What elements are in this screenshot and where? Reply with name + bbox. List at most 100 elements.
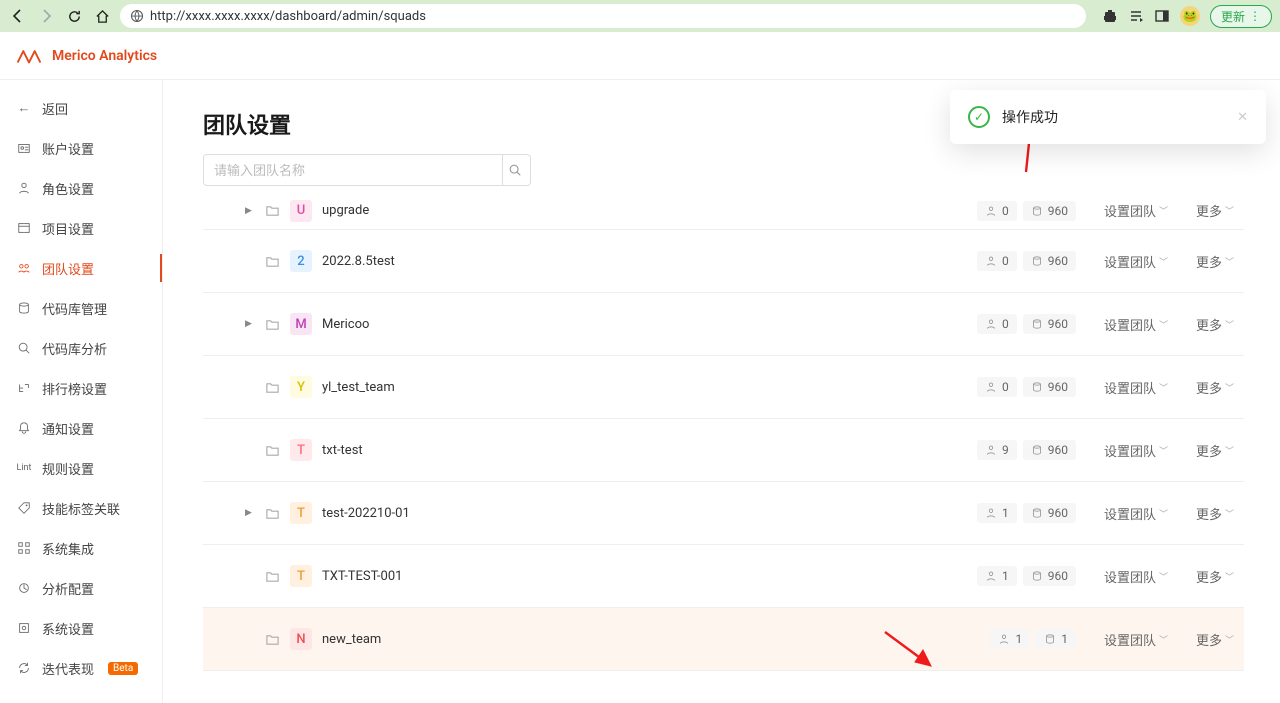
- sidebar-item-rules[interactable]: Lint 规则设置: [0, 448, 162, 488]
- members-count: 1: [990, 629, 1030, 649]
- team-letter-badge: Y: [290, 376, 312, 398]
- sidebar-item-label: 返回: [42, 99, 68, 118]
- globe-icon: [130, 9, 144, 23]
- more-button[interactable]: 更多﹀: [1196, 378, 1234, 397]
- sidebar-item-label: 团队设置: [42, 259, 94, 278]
- sidebar-item-label: 排行榜设置: [42, 379, 107, 398]
- team-name: new_team: [322, 632, 381, 647]
- sidebar-item-skill-tags[interactable]: 技能标签关联: [0, 488, 162, 528]
- config-team-button[interactable]: 设置团队﹀: [1104, 201, 1168, 220]
- toast-close-button[interactable]: ✕: [1237, 110, 1248, 125]
- projects-count: 1: [1036, 629, 1076, 649]
- table-row[interactable]: ▶Ttest-202210-011960设置团队﹀更多﹀: [203, 482, 1244, 545]
- config-team-button[interactable]: 设置团队﹀: [1104, 252, 1168, 271]
- trophy-icon: [16, 381, 32, 395]
- caret-right-icon[interactable]: ▶: [245, 508, 255, 518]
- config-team-button[interactable]: 设置团队﹀: [1104, 315, 1168, 334]
- config-team-button[interactable]: 设置团队﹀: [1104, 378, 1168, 397]
- more-button[interactable]: 更多﹀: [1196, 315, 1234, 334]
- chevron-down-icon: ﹀: [1225, 507, 1234, 520]
- team-name: test-202210-01: [322, 506, 410, 521]
- chevron-down-icon: ﹀: [1225, 255, 1234, 268]
- sidebar-item-label: 分析配置: [42, 579, 94, 598]
- more-button[interactable]: 更多﹀: [1196, 252, 1234, 271]
- team-letter-badge: U: [290, 200, 312, 222]
- brand-logo-icon: [16, 47, 42, 65]
- caret-right-icon[interactable]: ▶: [245, 319, 255, 329]
- members-count: 0: [977, 314, 1017, 334]
- nav-forward-button[interactable]: [36, 6, 56, 26]
- sidebar-item-analysis-config[interactable]: 分析配置: [0, 568, 162, 608]
- sliders-icon: [16, 581, 32, 595]
- folder-icon: [265, 254, 280, 269]
- nav-home-button[interactable]: [92, 6, 112, 26]
- config-team-button[interactable]: 设置团队﹀: [1104, 504, 1168, 523]
- grid-icon: [16, 541, 32, 555]
- bell-icon: [16, 421, 32, 435]
- team-name: upgrade: [322, 203, 369, 218]
- more-button[interactable]: 更多﹀: [1196, 630, 1234, 649]
- config-team-button[interactable]: 设置团队﹀: [1104, 567, 1168, 586]
- nav-reload-button[interactable]: [64, 6, 84, 26]
- caret-right-icon[interactable]: ▶: [245, 206, 255, 216]
- address-bar[interactable]: http://xxxx.xxxx.xxxx/dashboard/admin/sq…: [120, 4, 1086, 28]
- config-team-button[interactable]: 设置团队﹀: [1104, 441, 1168, 460]
- sidebar-item-notify[interactable]: 通知设置: [0, 408, 162, 448]
- more-button[interactable]: 更多﹀: [1196, 201, 1234, 220]
- media-control-icon[interactable]: [1128, 8, 1144, 24]
- config-team-button[interactable]: 设置团队﹀: [1104, 630, 1168, 649]
- profile-avatar-icon[interactable]: 🐸: [1180, 6, 1200, 26]
- sidebar-item-sys-settings[interactable]: 系统设置: [0, 608, 162, 648]
- chevron-down-icon: ﹀: [1159, 570, 1168, 583]
- arrow-right-icon: [38, 8, 54, 24]
- team-name: yl_test_team: [322, 380, 395, 395]
- extensions-icon[interactable]: [1102, 8, 1118, 24]
- chevron-down-icon: ﹀: [1225, 204, 1234, 217]
- check-circle-icon: ✓: [968, 106, 990, 128]
- projects-count: 960: [1023, 566, 1076, 586]
- sidebar-item-label: 代码库分析: [42, 339, 107, 358]
- sidebar-item-repos[interactable]: 代码库管理: [0, 288, 162, 328]
- chevron-down-icon: ﹀: [1159, 318, 1168, 331]
- table-row[interactable]: Ttxt-test9960设置团队﹀更多﹀: [203, 419, 1244, 482]
- sidebar-item-account[interactable]: 账户设置: [0, 128, 162, 168]
- panel-icon[interactable]: [1154, 8, 1170, 24]
- sidebar-item-label: 代码库管理: [42, 299, 107, 318]
- chevron-down-icon: ﹀: [1159, 381, 1168, 394]
- team-name: txt-test: [322, 443, 363, 458]
- more-button[interactable]: 更多﹀: [1196, 441, 1234, 460]
- members-count: 9: [977, 440, 1017, 460]
- chevron-down-icon: ﹀: [1159, 507, 1168, 520]
- sidebar: ← 返回 账户设置 角色设置 项目设置 团队设置 代码库管理 代码库分析: [0, 80, 163, 703]
- sidebar-item-projects[interactable]: 项目设置: [0, 208, 162, 248]
- chevron-down-icon: ﹀: [1225, 633, 1234, 646]
- nav-back-button[interactable]: [8, 6, 28, 26]
- sidebar-item-back[interactable]: ← 返回: [0, 88, 162, 128]
- chevron-down-icon: ﹀: [1159, 633, 1168, 646]
- projects-count: 960: [1023, 377, 1076, 397]
- search-icon: [508, 163, 522, 177]
- search-input[interactable]: [214, 163, 492, 178]
- members-count: 1: [977, 566, 1017, 586]
- sidebar-item-iteration[interactable]: 迭代表现 Beta: [0, 648, 162, 688]
- team-stats: 11: [990, 629, 1076, 649]
- table-row[interactable]: ▶MMericoo0960设置团队﹀更多﹀: [203, 293, 1244, 356]
- search-button[interactable]: [499, 154, 531, 186]
- table-row[interactable]: Nnew_team11设置团队﹀更多﹀: [203, 608, 1244, 671]
- brand[interactable]: Merico Analytics: [16, 47, 157, 65]
- chevron-down-icon: ﹀: [1225, 444, 1234, 457]
- more-button[interactable]: 更多﹀: [1196, 504, 1234, 523]
- sidebar-item-teams[interactable]: 团队设置: [0, 248, 162, 288]
- sidebar-item-label: 项目设置: [42, 219, 94, 238]
- more-button[interactable]: 更多﹀: [1196, 567, 1234, 586]
- table-row[interactable]: Yyl_test_team0960设置团队﹀更多﹀: [203, 356, 1244, 419]
- table-row[interactable]: ▶Uupgrade0960设置团队﹀更多﹀: [203, 192, 1244, 230]
- sidebar-item-roles[interactable]: 角色设置: [0, 168, 162, 208]
- team-name: TXT-TEST-001: [322, 569, 402, 584]
- table-row[interactable]: 22022.8.5test0960设置团队﹀更多﹀: [203, 230, 1244, 293]
- sidebar-item-integrations[interactable]: 系统集成: [0, 528, 162, 568]
- sidebar-item-analysis[interactable]: 代码库分析: [0, 328, 162, 368]
- table-row[interactable]: TTXT-TEST-0011960设置团队﹀更多﹀: [203, 545, 1244, 608]
- sidebar-item-ranking[interactable]: 排行榜设置: [0, 368, 162, 408]
- browser-update-button[interactable]: 更新 ⋮: [1210, 5, 1272, 28]
